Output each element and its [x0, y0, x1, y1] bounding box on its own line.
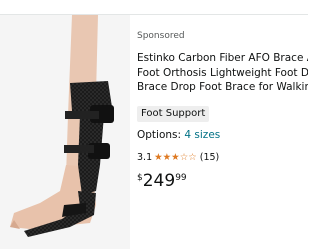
product-title-link[interactable]: Estinko Carbon Fiber AFO Brace Ankle Foo…	[137, 51, 308, 95]
options-sizes-link[interactable]: 4 sizes	[184, 129, 220, 141]
category-badge: Foot Support	[137, 106, 210, 122]
brace-product-image	[10, 15, 114, 237]
star-icon: ★	[154, 152, 163, 163]
price: $24999	[137, 171, 187, 191]
rating-row[interactable]: 3.1 ★★★☆☆ (15)	[137, 152, 219, 163]
product-image[interactable]	[0, 15, 130, 249]
product-title-line: Estinko Carbon Fiber AFO Brace Ankle	[137, 52, 308, 64]
top-divider	[0, 0, 308, 15]
price-fraction: 99	[175, 173, 187, 183]
product-title-line: Brace Drop Foot Brace for Walking...	[137, 81, 308, 93]
price-whole: 249	[142, 171, 176, 191]
options-row: Options: 4 sizes	[137, 129, 220, 141]
star-icon: ★	[162, 152, 172, 163]
product-details: Sponsored Estinko Carbon Fiber AFO Brace…	[137, 15, 308, 249]
star-empty-icon: ☆	[179, 152, 189, 163]
options-label: Options:	[137, 129, 182, 141]
star-rating[interactable]: ★★★☆☆	[154, 152, 197, 163]
review-count[interactable]: (15)	[200, 152, 220, 163]
price-symbol: $	[137, 173, 143, 183]
rating-value: 3.1	[137, 152, 153, 163]
sponsored-label: Sponsored	[137, 31, 185, 41]
product-title-line: Foot Orthosis Lightweight Foot Drop	[137, 66, 308, 79]
star-icon: ★	[171, 152, 180, 163]
star-empty-icon: ☆	[188, 152, 197, 163]
